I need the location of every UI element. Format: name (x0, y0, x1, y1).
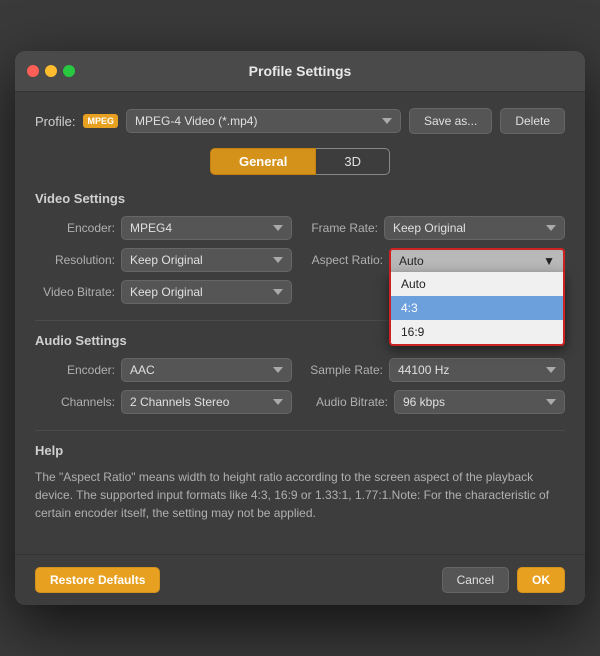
video-bitrate-select[interactable]: Keep Original (121, 280, 292, 304)
audio-bitrate-select[interactable]: 96 kbps (394, 390, 565, 414)
video-row-1: Encoder: MPEG4 Frame Rate: Keep Original (35, 216, 565, 240)
content-area: Profile: MPEG MPEG-4 Video (*.mp4) Save … (15, 92, 585, 554)
window-title: Profile Settings (249, 63, 352, 79)
sample-rate-field: Sample Rate: 44100 Hz (308, 358, 565, 382)
delete-button[interactable]: Delete (500, 108, 565, 134)
resolution-label: Resolution: (35, 253, 115, 267)
channels-label: Channels: (35, 395, 115, 409)
aspect-ratio-option-auto[interactable]: Auto (391, 272, 563, 296)
video-bitrate-label: Video Bitrate: (35, 285, 115, 299)
profile-select[interactable]: MPEG-4 Video (*.mp4) (126, 109, 401, 133)
tab-general[interactable]: General (210, 148, 316, 175)
encoder-label: Encoder: (35, 221, 115, 235)
encoder-field: Encoder: MPEG4 (35, 216, 292, 240)
frame-rate-label: Frame Rate: (308, 221, 378, 235)
channels-field: Channels: 2 Channels Stereo (35, 390, 292, 414)
sample-rate-label: Sample Rate: (308, 363, 383, 377)
audio-encoder-label: Encoder: (35, 363, 115, 377)
audio-row-1: Encoder: AAC Sample Rate: 44100 Hz (35, 358, 565, 382)
aspect-ratio-selected-value: Auto (399, 254, 424, 268)
help-section: Help The "Aspect Ratio" means width to h… (35, 443, 565, 522)
frame-rate-select[interactable]: Keep Original (384, 216, 565, 240)
profile-label: Profile: (35, 114, 75, 129)
ok-button[interactable]: OK (517, 567, 565, 593)
audio-encoder-select[interactable]: AAC (121, 358, 292, 382)
audio-row-2: Channels: 2 Channels Stereo Audio Bitrat… (35, 390, 565, 414)
help-text: The "Aspect Ratio" means width to height… (35, 468, 565, 522)
close-button[interactable] (27, 65, 39, 77)
resolution-field: Resolution: Keep Original (35, 248, 292, 272)
tab-bar: General 3D (35, 148, 565, 175)
cancel-button[interactable]: Cancel (442, 567, 509, 593)
traffic-lights (27, 65, 75, 77)
aspect-ratio-option-16-9[interactable]: 16:9 (391, 320, 563, 344)
aspect-ratio-label: Aspect Ratio: (308, 253, 383, 267)
video-row-2: Resolution: Keep Original Aspect Ratio: … (35, 248, 565, 272)
main-window: Profile Settings Profile: MPEG MPEG-4 Vi… (15, 51, 585, 605)
video-settings-title: Video Settings (35, 191, 565, 206)
video-settings-section: Video Settings Encoder: MPEG4 Frame Rate… (35, 191, 565, 304)
audio-bitrate-field: Audio Bitrate: 96 kbps (308, 390, 565, 414)
title-bar: Profile Settings (15, 51, 585, 92)
profile-format-icon: MPEG (83, 114, 118, 128)
sample-rate-select[interactable]: 44100 Hz (389, 358, 565, 382)
save-as-button[interactable]: Save as... (409, 108, 492, 134)
resolution-select[interactable]: Keep Original (121, 248, 292, 272)
audio-bitrate-label: Audio Bitrate: (308, 395, 388, 409)
bottom-bar: Restore Defaults Cancel OK (15, 554, 585, 605)
divider-2 (35, 430, 565, 431)
dropdown-arrow-icon: ▼ (543, 254, 555, 268)
profile-row: Profile: MPEG MPEG-4 Video (*.mp4) Save … (35, 108, 565, 134)
aspect-ratio-menu: Auto 4:3 16:9 (389, 272, 565, 346)
channels-select[interactable]: 2 Channels Stereo (121, 390, 292, 414)
video-bitrate-field: Video Bitrate: Keep Original (35, 280, 292, 304)
aspect-ratio-trigger[interactable]: Auto ▼ (389, 248, 565, 272)
aspect-ratio-dropdown[interactable]: Auto ▼ Auto 4:3 16:9 (389, 248, 565, 272)
help-title: Help (35, 443, 565, 458)
tab-3d[interactable]: 3D (316, 148, 390, 175)
minimize-button[interactable] (45, 65, 57, 77)
frame-rate-field: Frame Rate: Keep Original (308, 216, 565, 240)
aspect-ratio-option-4-3[interactable]: 4:3 (391, 296, 563, 320)
bottom-right-buttons: Cancel OK (442, 567, 565, 593)
aspect-ratio-field: Aspect Ratio: Auto ▼ Auto 4:3 16:9 (308, 248, 565, 272)
audio-encoder-field: Encoder: AAC (35, 358, 292, 382)
maximize-button[interactable] (63, 65, 75, 77)
encoder-select[interactable]: MPEG4 (121, 216, 292, 240)
restore-defaults-button[interactable]: Restore Defaults (35, 567, 160, 593)
